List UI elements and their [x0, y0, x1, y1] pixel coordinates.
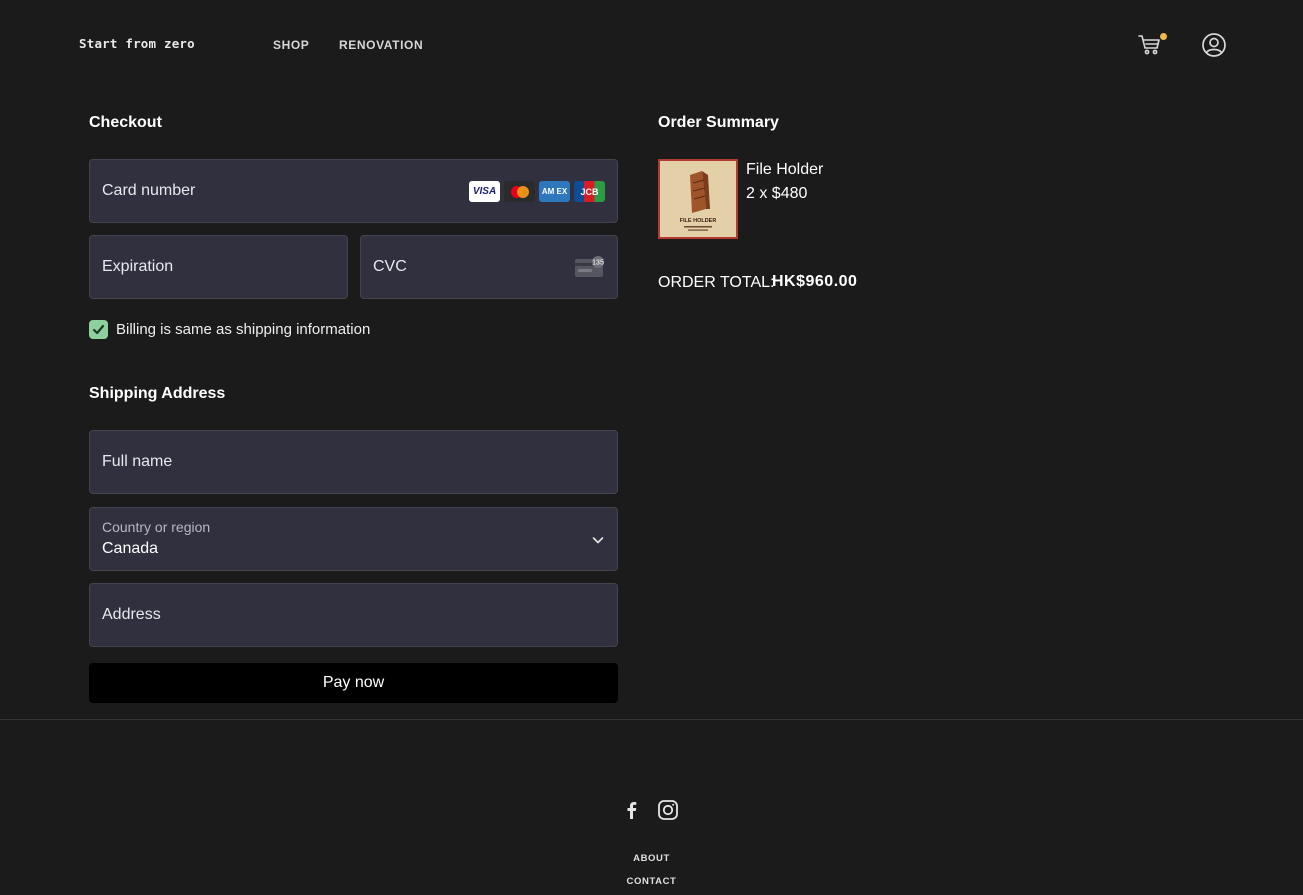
product-quantity-price: 2 x $480	[746, 185, 808, 202]
order-total-value: HK$960.00	[772, 273, 858, 290]
product-thumbnail[interactable]: FILE HOLDER	[658, 159, 738, 239]
chevron-down-icon	[592, 537, 604, 544]
pay-now-button[interactable]: Pay now	[89, 663, 618, 703]
expiration-placeholder: Expiration	[102, 258, 174, 275]
cvc-field[interactable]: CVC 135	[360, 235, 618, 299]
cvc-card-icon: 135	[575, 256, 604, 277]
facebook-icon	[627, 802, 637, 819]
shipping-title: Shipping Address	[89, 385, 226, 402]
billing-same-checkbox-row[interactable]: Billing is same as shipping information	[89, 320, 370, 339]
address-field[interactable]: Address	[89, 583, 618, 647]
card-brand-logos: VISA AM EX JCB	[469, 181, 605, 202]
cvc-placeholder: CVC	[373, 258, 407, 275]
site-logo[interactable]: Start from zero	[79, 36, 195, 51]
order-total-label: ORDER TOTAL:	[658, 274, 775, 291]
user-circle-icon	[1202, 33, 1226, 57]
billing-same-label: Billing is same as shipping information	[116, 321, 371, 338]
facebook-link[interactable]	[623, 800, 641, 820]
file-holder-image: FILE HOLDER	[660, 161, 736, 237]
cart-button[interactable]	[1137, 31, 1167, 59]
card-number-field[interactable]: Card number VISA AM EX JCB	[89, 159, 618, 223]
country-select-label: Country or region	[102, 519, 211, 535]
instagram-icon	[658, 800, 678, 820]
country-select-value: Canada	[102, 540, 159, 557]
mastercard-icon	[504, 181, 535, 202]
visa-icon: VISA	[469, 181, 500, 202]
footer-link-contact[interactable]: CONTACT	[0, 876, 1303, 887]
full-name-field[interactable]: Full name	[89, 430, 618, 494]
expiration-field[interactable]: Expiration	[89, 235, 348, 299]
cart-notification-dot	[1160, 33, 1167, 40]
thumb-product-label: FILE HOLDER	[680, 218, 717, 224]
footer-divider	[0, 719, 1303, 720]
order-summary-title: Order Summary	[658, 114, 779, 131]
footer-link-about[interactable]: ABOUT	[0, 853, 1303, 864]
account-button[interactable]	[1201, 32, 1227, 58]
nav-link-renovation[interactable]: RENOVATION	[339, 38, 423, 52]
checkmark-icon	[92, 324, 105, 335]
jcb-icon: JCB	[574, 181, 605, 202]
country-select[interactable]: Country or region Canada	[89, 507, 618, 571]
checkout-title: Checkout	[89, 114, 162, 131]
instagram-link[interactable]	[657, 799, 679, 821]
site-header: Start from zero SHOP RENOVATION	[0, 0, 1303, 90]
product-name: File Holder	[746, 161, 824, 178]
address-placeholder: Address	[102, 606, 161, 623]
nav-link-shop[interactable]: SHOP	[273, 38, 309, 52]
amex-icon: AM EX	[539, 181, 570, 202]
cvc-icon-text: 135	[592, 260, 604, 267]
full-name-placeholder: Full name	[102, 453, 173, 470]
billing-same-checkbox[interactable]	[89, 320, 108, 339]
card-number-placeholder: Card number	[102, 182, 196, 199]
